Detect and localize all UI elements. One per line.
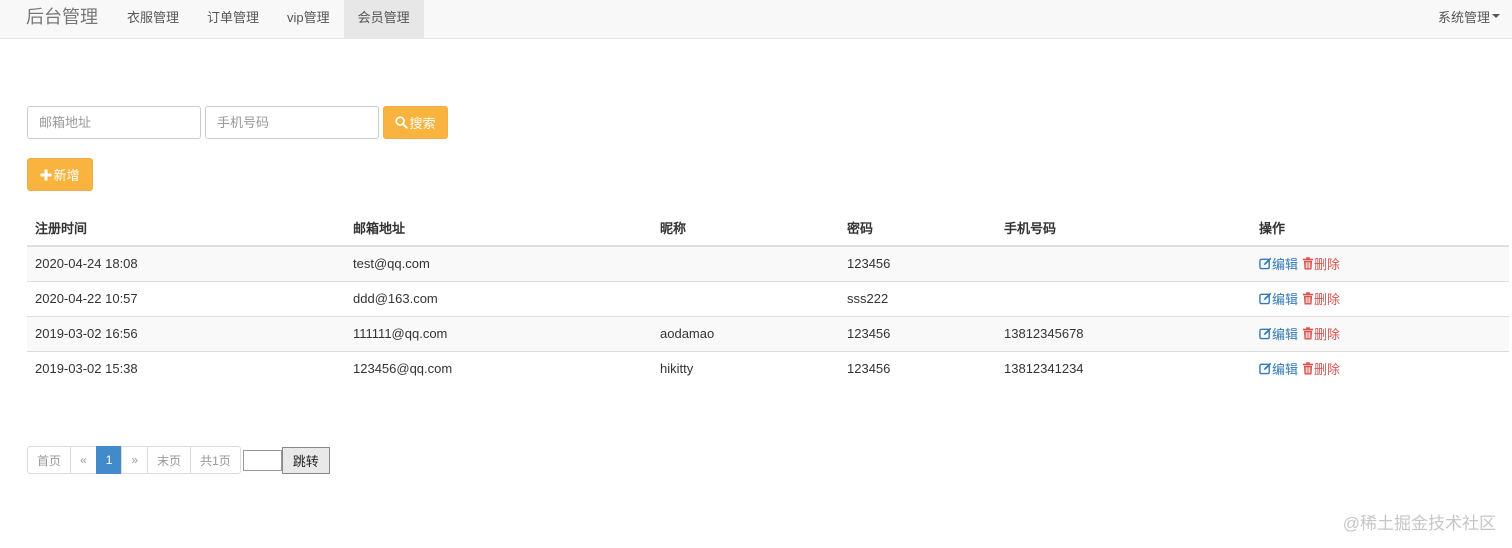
header-phone: 手机号码 <box>996 210 1251 247</box>
cell-email: ddd@163.com <box>345 280 652 316</box>
header-nickname: 昵称 <box>652 210 839 247</box>
cell-email: 111111@qq.com <box>345 315 652 351</box>
cell-phone: 13812341234 <box>996 350 1251 386</box>
table-header-row: 注册时间 邮箱地址 昵称 密码 手机号码 操作 <box>27 210 1509 247</box>
header-actions: 操作 <box>1251 210 1509 247</box>
cell-phone <box>996 245 1251 281</box>
cell-password: 123456 <box>839 350 996 386</box>
system-menu-label: 系统管理 <box>1437 9 1490 25</box>
trash-icon <box>1302 362 1314 375</box>
email-search-input[interactable] <box>27 106 201 139</box>
table-row: 2020-04-24 18:08 test@qq.com 123456 编辑 删… <box>27 245 1509 281</box>
cell-time: 2019-03-02 15:38 <box>27 350 345 386</box>
delete-label: 删除 <box>1314 362 1341 378</box>
edit-label: 编辑 <box>1272 362 1299 378</box>
edit-link[interactable]: 编辑 <box>1259 254 1298 273</box>
edit-link[interactable]: 编辑 <box>1259 324 1298 343</box>
edit-label: 编辑 <box>1272 292 1299 307</box>
cell-nickname <box>652 245 839 281</box>
cell-time: 2019-03-02 16:56 <box>27 315 345 351</box>
header-register-time: 注册时间 <box>27 210 345 247</box>
cell-actions: 编辑 删除 <box>1251 280 1509 316</box>
cell-actions: 编辑 删除 <box>1251 315 1509 351</box>
trash-icon <box>1302 327 1314 340</box>
edit-link[interactable]: 编辑 <box>1259 289 1298 308</box>
nav-item-clothes[interactable]: 衣服管理 <box>113 0 193 32</box>
top-navbar: 后台管理 衣服管理 订单管理 vip管理 会员管理 系统管理 <box>0 0 1512 39</box>
trash-icon <box>1302 257 1314 270</box>
pagination-prev[interactable]: « <box>70 446 97 474</box>
add-member-button[interactable]: 新增 <box>27 158 93 191</box>
header-password: 密码 <box>839 210 996 247</box>
nav-item-members[interactable]: 会员管理 <box>343 0 424 39</box>
pagination-current-page[interactable]: 1 <box>95 446 123 474</box>
cell-nickname <box>652 280 839 316</box>
delete-link[interactable]: 删除 <box>1302 359 1340 378</box>
caret-down-icon <box>1492 14 1500 18</box>
edit-icon <box>1259 362 1272 375</box>
cell-nickname: hikitty <box>652 350 839 386</box>
search-icon <box>395 116 409 129</box>
delete-label: 删除 <box>1314 292 1341 307</box>
delete-link[interactable]: 删除 <box>1302 324 1340 343</box>
search-button-label: 搜索 <box>409 116 436 131</box>
cell-password: 123456 <box>839 315 996 351</box>
cell-email: test@qq.com <box>345 245 652 281</box>
plus-icon <box>40 169 52 180</box>
pagination-total-pages: 共1页 <box>190 446 241 474</box>
cell-phone <box>996 280 1251 316</box>
nav-item-orders[interactable]: 订单管理 <box>193 0 273 32</box>
cell-password: sss222 <box>839 280 996 316</box>
pagination: 首页 « 1 » 末页 共1页 跳转 <box>27 446 330 474</box>
header-email: 邮箱地址 <box>345 210 652 247</box>
edit-label: 编辑 <box>1272 257 1299 273</box>
nav-item-vip[interactable]: vip管理 <box>273 0 344 32</box>
cell-phone: 13812345678 <box>996 315 1251 351</box>
jump-button[interactable]: 跳转 <box>281 446 330 474</box>
cell-time: 2020-04-22 10:57 <box>27 280 345 316</box>
watermark: @稀土掘金技术社区 <box>1342 514 1496 533</box>
table-row: 2019-03-02 16:56 111111@qq.com aodamao 1… <box>27 315 1509 351</box>
delete-label: 删除 <box>1314 257 1341 273</box>
delete-link[interactable]: 删除 <box>1302 254 1340 273</box>
edit-icon <box>1259 257 1272 270</box>
pagination-next[interactable]: » <box>121 446 149 474</box>
cell-email: 123456@qq.com <box>345 350 652 386</box>
cell-actions: 编辑 删除 <box>1251 245 1509 281</box>
members-table: 注册时间 邮箱地址 昵称 密码 手机号码 操作 2020-04-24 18:08… <box>27 210 1509 386</box>
edit-icon <box>1259 292 1272 305</box>
edit-label: 编辑 <box>1272 327 1299 342</box>
delete-label: 删除 <box>1314 327 1341 342</box>
brand-title[interactable]: 后台管理 <box>0 0 113 32</box>
cell-time: 2020-04-24 18:08 <box>27 245 345 281</box>
search-button[interactable]: 搜索 <box>383 106 448 139</box>
cell-nickname: aodamao <box>652 315 839 351</box>
trash-icon <box>1302 292 1314 305</box>
pagination-last[interactable]: 末页 <box>147 446 192 474</box>
delete-link[interactable]: 删除 <box>1302 289 1340 308</box>
phone-search-input[interactable] <box>205 106 379 139</box>
system-menu-dropdown[interactable]: 系统管理 <box>1438 0 1512 32</box>
table-row: 2019-03-02 15:38 123456@qq.com hikitty 1… <box>27 350 1509 386</box>
edit-link[interactable]: 编辑 <box>1259 359 1298 378</box>
jump-page-input[interactable] <box>242 449 282 471</box>
cell-password: 123456 <box>839 245 996 281</box>
pagination-first[interactable]: 首页 <box>27 446 72 474</box>
search-form: 搜索 <box>27 106 448 139</box>
cell-actions: 编辑 删除 <box>1251 350 1509 386</box>
edit-icon <box>1259 327 1272 340</box>
add-button-label: 新增 <box>53 168 80 183</box>
table-row: 2020-04-22 10:57 ddd@163.com sss222 编辑 删… <box>27 280 1509 316</box>
